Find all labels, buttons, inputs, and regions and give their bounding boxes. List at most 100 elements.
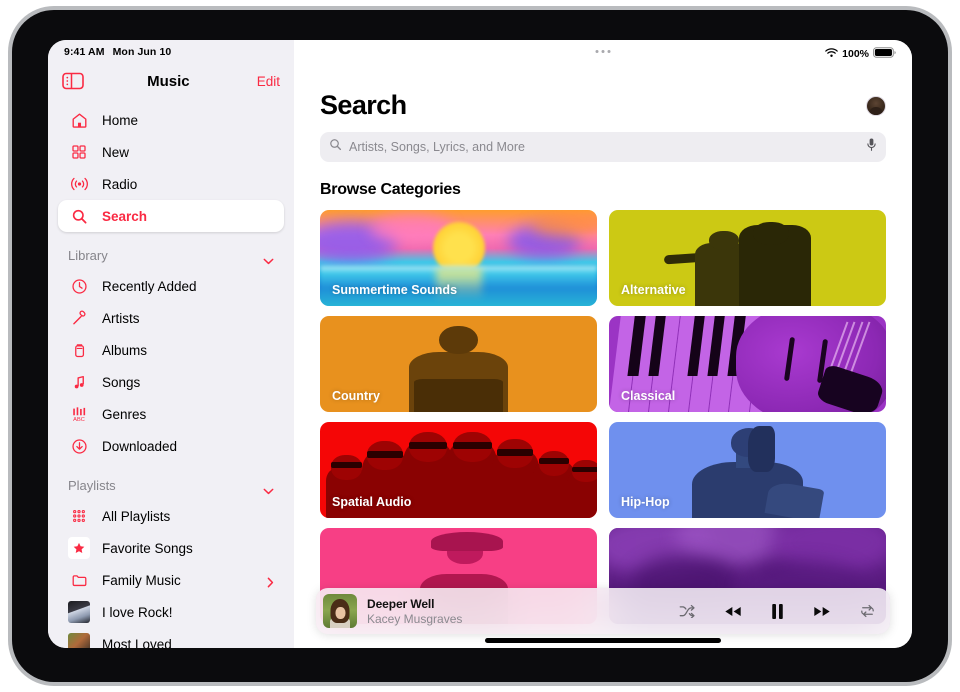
sidebar-item-i-love-rock[interactable]: I love Rock! xyxy=(58,596,284,628)
sidebar-item-favorite-songs[interactable]: Favorite Songs xyxy=(58,532,284,564)
now-playing-bar[interactable]: Deeper Well Kacey Musgraves xyxy=(316,588,890,634)
sidebar-item-home[interactable]: Home xyxy=(58,104,284,136)
category-tile-spatial-audio[interactable]: Spatial Audio xyxy=(320,422,597,518)
sidebar-item-label: New xyxy=(102,144,130,160)
section-label: Library xyxy=(68,247,108,263)
category-tile-label: Classical xyxy=(621,389,676,403)
fast-forward-button[interactable] xyxy=(811,604,833,619)
sidebar-item-label: Family Music xyxy=(102,572,181,588)
sidebar-item-search[interactable]: Search xyxy=(58,200,284,232)
shuffle-button[interactable] xyxy=(679,604,696,618)
device-bezel: 9:41 AM Mon Jun 10 Music Edit Home New R… xyxy=(12,10,948,682)
sidebar-primary-nav: Home New Radio Search xyxy=(48,104,294,232)
status-time: 9:41 AM xyxy=(64,46,105,58)
sidebar-item-label: All Playlists xyxy=(102,508,171,524)
pause-button[interactable] xyxy=(770,602,785,621)
now-playing-artist: Kacey Musgraves xyxy=(367,611,463,626)
sidebar-item-label: Home xyxy=(102,112,139,128)
sidebar-library-list: Recently Added Artists Albums Songs ABC … xyxy=(48,270,294,462)
category-tile-hip-hop[interactable]: Hip-Hop xyxy=(609,422,886,518)
main-content: 100% Search Artists, Songs, Lyrics, and … xyxy=(294,40,912,648)
window-grabber-icon[interactable] xyxy=(595,50,611,53)
svg-text:ABC: ABC xyxy=(73,417,85,423)
sidebar-item-downloaded[interactable]: Downloaded xyxy=(58,430,284,462)
sidebar-item-label: Recently Added xyxy=(102,278,197,294)
sidebar-item-most-loved[interactable]: Most Loved xyxy=(58,628,284,648)
sidebar-item-radio[interactable]: Radio xyxy=(58,168,284,200)
browse-categories-heading: Browse Categories xyxy=(320,181,461,198)
house-icon xyxy=(68,109,90,131)
category-tile-country[interactable]: Country xyxy=(320,316,597,412)
search-placeholder: Artists, Songs, Lyrics, and More xyxy=(349,140,525,154)
page-title: Search xyxy=(320,90,407,120)
chevron-right-icon[interactable] xyxy=(267,575,274,587)
now-playing-title: Deeper Well xyxy=(367,596,435,611)
chevron-down-icon[interactable] xyxy=(263,482,274,494)
ipad-device-frame: 9:41 AM Mon Jun 10 Music Edit Home New R… xyxy=(8,6,952,686)
status-bar-left: 9:41 AM Mon Jun 10 xyxy=(64,46,171,58)
sidebar-item-label: Genres xyxy=(102,406,147,422)
sidebar-item-label: Artists xyxy=(102,310,140,326)
category-tile-alternative[interactable]: Alternative xyxy=(609,210,886,306)
sidebar-item-albums[interactable]: Albums xyxy=(58,334,284,366)
category-tile-label: Country xyxy=(332,389,380,403)
wifi-icon xyxy=(825,45,838,63)
sidebar-item-family-music[interactable]: Family Music xyxy=(58,564,284,596)
sidebar-item-artists[interactable]: Artists xyxy=(58,302,284,334)
section-label: Playlists xyxy=(68,477,116,493)
now-playing-meta: Deeper Well Kacey Musgraves xyxy=(367,597,462,626)
sidebar-title: Music xyxy=(147,72,190,90)
sidebar-item-recently-added[interactable]: Recently Added xyxy=(58,270,284,302)
search-icon xyxy=(68,205,90,227)
playlist-grid-icon xyxy=(68,505,90,527)
sidebar-playlists-list: All Playlists Favorite Songs Family Musi… xyxy=(48,500,294,648)
microphone-icon[interactable] xyxy=(866,137,877,157)
playlist-artwork xyxy=(68,601,90,623)
sidebar-item-genres[interactable]: ABC Genres xyxy=(58,398,284,430)
grid-squares-icon xyxy=(68,141,90,163)
sidebar-section-library[interactable]: Library xyxy=(48,240,294,270)
chevron-down-icon[interactable] xyxy=(263,252,274,264)
star-icon xyxy=(68,537,90,559)
category-tile-label: Summertime Sounds xyxy=(332,283,458,297)
user-avatar[interactable] xyxy=(866,95,886,116)
category-tile-label: Spatial Audio xyxy=(332,495,412,509)
search-page: Search Artists, Songs, Lyrics, and More xyxy=(294,40,912,624)
folder-icon xyxy=(68,569,90,591)
clock-icon xyxy=(68,275,90,297)
edit-button[interactable]: Edit xyxy=(257,74,280,89)
playlist-artwork xyxy=(68,633,90,648)
sidebar-item-songs[interactable]: Songs xyxy=(58,366,284,398)
category-tile-label: Hip-Hop xyxy=(621,495,670,509)
sidebar-item-label: Favorite Songs xyxy=(102,540,193,556)
sidebar-item-label: I love Rock! xyxy=(102,604,173,620)
battery-percent: 100% xyxy=(842,48,869,60)
category-tile-summertime-sounds[interactable]: Summertime Sounds xyxy=(320,210,597,306)
battery-full-icon xyxy=(873,45,896,63)
sidebar-item-label: Radio xyxy=(102,176,138,192)
rewind-button[interactable] xyxy=(722,604,744,619)
browse-categories-grid: Summertime Sounds Alternative Country Cl… xyxy=(320,210,886,624)
sidebar-header: Music Edit xyxy=(48,64,294,98)
sidebar-item-label: Downloaded xyxy=(102,438,178,454)
category-tile-classical[interactable]: Classical xyxy=(609,316,886,412)
download-arrow-icon xyxy=(68,435,90,457)
repeat-button[interactable] xyxy=(859,604,876,618)
sidebar: 9:41 AM Mon Jun 10 Music Edit Home New R… xyxy=(48,40,294,648)
home-indicator[interactable] xyxy=(485,638,721,643)
sidebar-section-playlists[interactable]: Playlists xyxy=(48,470,294,500)
album-stack-icon xyxy=(68,339,90,361)
music-note-icon xyxy=(68,371,90,393)
search-input[interactable]: Artists, Songs, Lyrics, and More xyxy=(320,132,886,162)
sidebar-item-new[interactable]: New xyxy=(58,136,284,168)
sidebar-item-label: Most Loved xyxy=(102,636,172,649)
genres-abc-icon: ABC xyxy=(68,403,90,425)
sidebar-item-all-playlists[interactable]: All Playlists xyxy=(58,500,284,532)
album-artwork[interactable] xyxy=(323,594,357,628)
status-date: Mon Jun 10 xyxy=(112,46,172,58)
radio-broadcast-icon xyxy=(68,173,90,195)
screen: 9:41 AM Mon Jun 10 Music Edit Home New R… xyxy=(48,40,912,648)
sidebar-item-label: Albums xyxy=(102,342,148,358)
sidebar-item-label: Search xyxy=(102,208,148,224)
status-bar-right: 100% xyxy=(825,45,896,63)
